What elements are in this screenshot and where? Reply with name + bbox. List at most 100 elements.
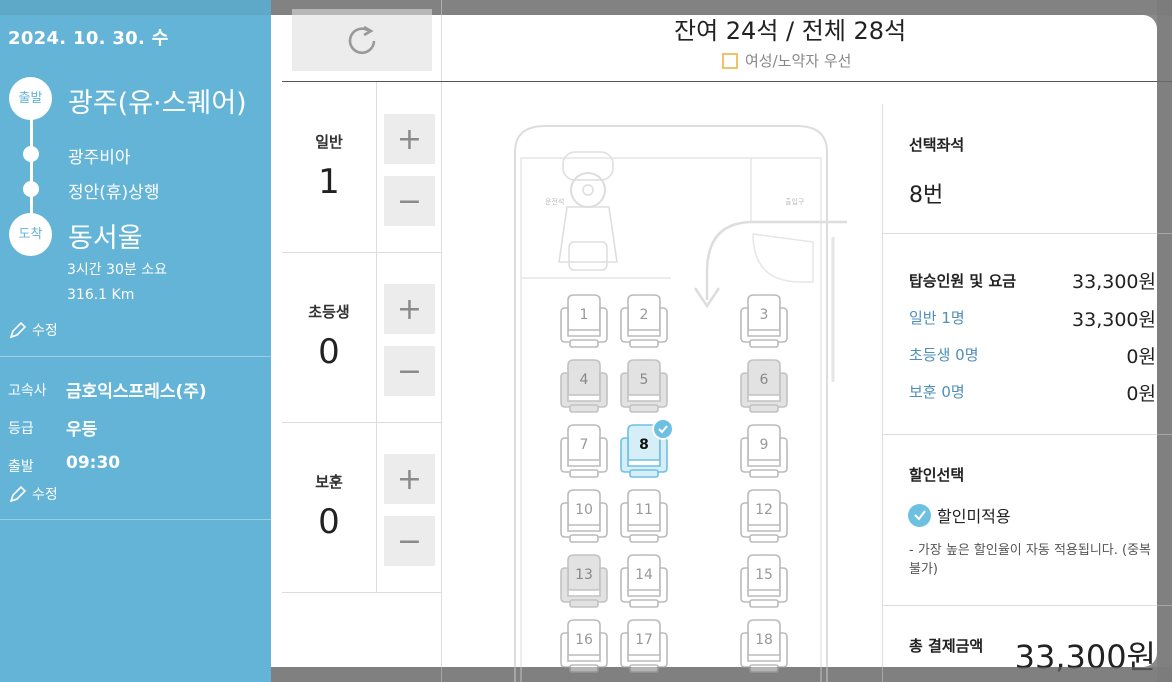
counter-divider xyxy=(282,252,441,253)
seat-14[interactable]: 14 xyxy=(618,554,670,610)
edit-route-button[interactable]: 수정 xyxy=(8,320,58,340)
grade-key: 등급 xyxy=(8,421,34,437)
arrive-station: 동서울 xyxy=(68,223,143,254)
minus-icon: − xyxy=(396,183,423,219)
veteran-label: 보훈 xyxy=(315,473,343,491)
column-divider xyxy=(882,104,883,682)
stop-dot xyxy=(23,181,39,197)
trip-date: 2024. 10. 30. 수 xyxy=(8,28,169,49)
veteran-count: 0 xyxy=(318,502,340,542)
adult-label: 일반 xyxy=(315,133,343,151)
adult-plus-button[interactable]: + xyxy=(384,114,435,164)
seat-number: 17 xyxy=(635,632,653,648)
trip-duration: 3시간 30분 소요 xyxy=(67,262,168,278)
selected-seat-value: 8번 xyxy=(909,183,944,208)
minus-icon: − xyxy=(396,353,423,389)
adult-minus-button[interactable]: − xyxy=(384,176,435,226)
discount-option-label: 할인미적용 xyxy=(937,507,1011,526)
driver-seat-label: 운전석 xyxy=(545,197,564,206)
pencil-icon xyxy=(9,321,27,339)
pencil-icon xyxy=(9,485,27,503)
child-count: 0 xyxy=(318,332,340,372)
child-minus-button[interactable]: − xyxy=(384,346,435,396)
check-icon xyxy=(908,503,931,527)
seat-9[interactable]: 9 xyxy=(738,424,790,480)
seat-number: 11 xyxy=(635,502,653,518)
seat-12[interactable]: 12 xyxy=(738,489,790,545)
discount-option-none[interactable]: 할인미적용 xyxy=(908,503,1011,527)
seat-11[interactable]: 11 xyxy=(618,489,670,545)
seat-number: 10 xyxy=(575,502,593,518)
edit-label: 수정 xyxy=(32,323,58,339)
arrive-badge: 도착 xyxy=(9,213,52,256)
trip-info-sidebar: 2024. 10. 30. 수 출발 광주(유·스퀘어) 광주비아 정안(휴)상… xyxy=(0,0,271,682)
fare-label: 탑승인원 및 요금 xyxy=(909,272,1017,290)
seat-number: 7 xyxy=(579,437,589,453)
fare-row-label: 보훈 0명 xyxy=(909,383,965,401)
seat-number: 1 xyxy=(579,307,589,323)
fare-row-label: 초등생 0명 xyxy=(909,346,979,364)
priority-label: 여성/노약자 우선 xyxy=(745,52,852,70)
fare-row-value: 0원 xyxy=(1126,346,1156,368)
edit-label: 수정 xyxy=(32,487,58,503)
veteran-minus-button[interactable]: − xyxy=(384,516,435,566)
counter-divider xyxy=(376,82,377,592)
stop-1: 광주비아 xyxy=(68,148,131,168)
divider xyxy=(0,356,271,357)
seat-2[interactable]: 2 xyxy=(618,294,670,350)
depart-station: 광주(유·스퀘어) xyxy=(68,88,247,119)
seat-number: 18 xyxy=(755,632,773,648)
priority-seat-toggle[interactable]: 여성/노약자 우선 xyxy=(722,50,851,71)
seat-8[interactable]: 8 xyxy=(618,418,674,480)
seat-number: 3 xyxy=(759,307,769,323)
discount-label: 할인선택 xyxy=(909,466,965,484)
refresh-icon xyxy=(348,25,376,55)
child-plus-button[interactable]: + xyxy=(384,284,435,334)
backdrop xyxy=(1157,0,1172,682)
trip-distance: 316.1 Km xyxy=(67,287,135,303)
seat-5: 5 xyxy=(618,359,670,415)
checkbox[interactable] xyxy=(722,52,738,69)
door-label: 출입구 xyxy=(785,197,805,206)
seat-number: 6 xyxy=(759,372,769,388)
child-label: 초등생 xyxy=(308,303,350,321)
seat-7[interactable]: 7 xyxy=(558,424,610,480)
seat-3[interactable]: 3 xyxy=(738,294,790,350)
refresh-button[interactable] xyxy=(292,9,432,71)
seat-10[interactable]: 10 xyxy=(558,489,610,545)
seat-13: 13 xyxy=(558,554,610,610)
seat-number: 5 xyxy=(639,372,649,388)
check-icon xyxy=(652,418,674,440)
time-value: 09:30 xyxy=(66,453,121,473)
company-key: 고속사 xyxy=(8,383,47,399)
veteran-plus-button[interactable]: + xyxy=(384,454,435,504)
grade-value: 우등 xyxy=(66,420,98,440)
divider xyxy=(882,605,1172,606)
seat-6: 6 xyxy=(738,359,790,415)
seat-availability: 잔여 24석 / 전체 28석 xyxy=(674,17,907,45)
seat-number: 15 xyxy=(755,567,773,583)
seat-1[interactable]: 1 xyxy=(558,294,610,350)
edit-bus-button[interactable]: 수정 xyxy=(8,484,58,504)
company-value: 금호익스프레스(주) xyxy=(66,382,207,402)
discount-note: - 가장 높은 할인율이 자동 적용됩니다. (중복불가) xyxy=(909,543,1152,577)
backdrop xyxy=(271,0,1172,15)
plus-icon: + xyxy=(396,291,423,327)
seat-4: 4 xyxy=(558,359,610,415)
total-label: 총 결제금액 xyxy=(909,637,984,655)
divider xyxy=(882,233,1172,234)
seat-number: 4 xyxy=(579,372,589,388)
bus-seat-map: 운전석 출입구 1 2 3 4 5 6 7 8 9 10 11 12 13 14 15 16 17 18 xyxy=(441,82,882,682)
divider xyxy=(0,519,271,520)
seat-number: 9 xyxy=(759,437,769,453)
seat-number: 16 xyxy=(575,632,593,648)
fare-row-value: 33,300원 xyxy=(1072,309,1156,331)
plus-icon: + xyxy=(396,121,423,157)
counter-divider xyxy=(282,592,441,593)
seat-number: 2 xyxy=(639,307,649,323)
depart-badge: 출발 xyxy=(9,77,52,120)
time-key: 출발 xyxy=(8,459,34,475)
selected-seat-label: 선택좌석 xyxy=(909,136,965,154)
seat-15[interactable]: 15 xyxy=(738,554,790,610)
divider xyxy=(882,434,1172,435)
